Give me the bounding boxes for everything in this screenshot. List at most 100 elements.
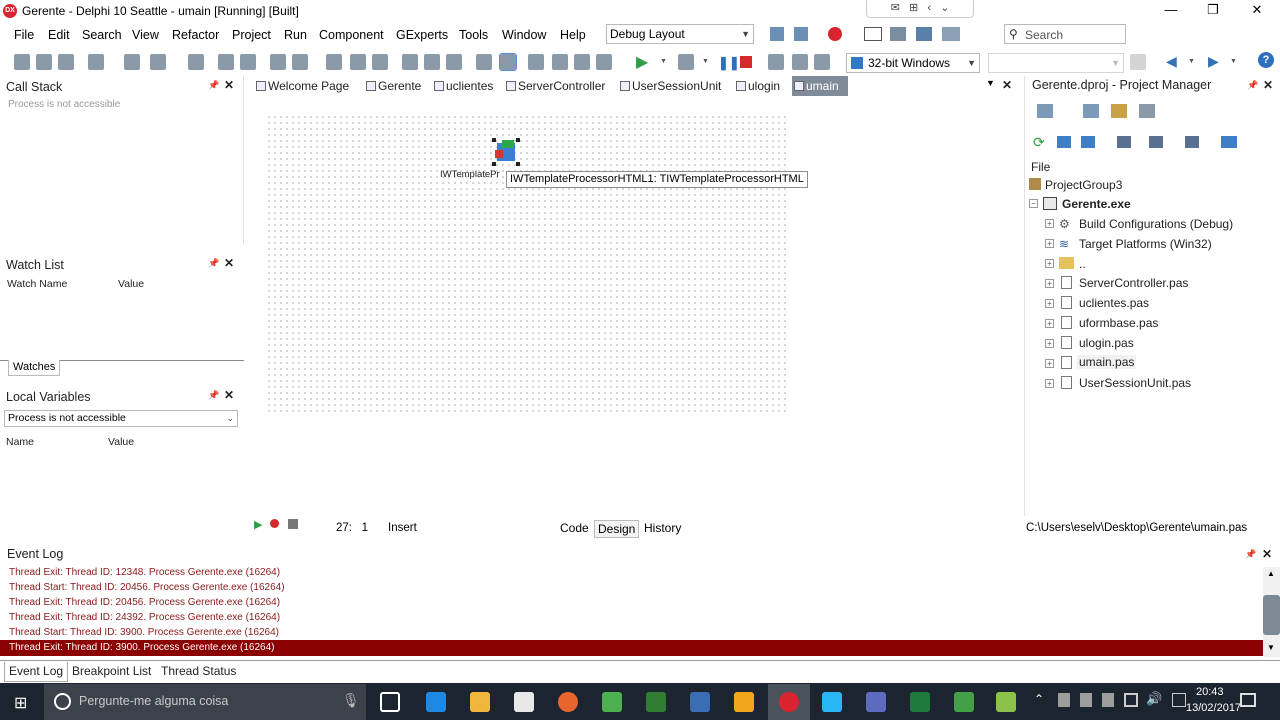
volume-icon[interactable]: 🔊 [1146,691,1162,707]
sort-icon[interactable] [1117,136,1131,148]
add-icon[interactable] [1083,104,1099,118]
tree-target-platforms[interactable]: Target Platforms (Win32) [1079,237,1212,251]
save-all-icon[interactable] [218,54,234,70]
store-icon[interactable] [514,692,534,712]
chevron-up-icon[interactable]: ⌃ [1034,692,1044,706]
menu-edit[interactable]: Edit [48,28,70,42]
local-name-header[interactable]: Name [6,436,34,448]
grid-icon[interactable] [476,54,492,70]
help-icon[interactable]: ? [1258,52,1274,68]
expand-icon[interactable]: + [1045,299,1054,308]
local-value-header[interactable]: Value [108,436,134,448]
tab-history[interactable]: History [640,520,685,538]
help-gear-icon[interactable] [916,27,932,41]
tab-uclientes[interactable]: uclientes [432,76,498,96]
save-icon[interactable] [188,54,204,70]
tab-servercontroller[interactable]: ServerController [504,76,614,96]
close-window-button[interactable]: ✕ [1234,0,1280,22]
menu-run[interactable]: Run [284,28,307,42]
taskbar-search-box[interactable]: Pergunte-me alguma coisa 🎙 [44,684,366,720]
window-list-icon[interactable]: ✉ [891,2,900,14]
back-arrow-icon[interactable]: ◀ [1166,53,1177,70]
forward-arrow-icon[interactable]: ▶ [1208,53,1219,70]
delphi-app-icon[interactable]: DX [3,4,17,18]
align-left-icon[interactable] [326,54,342,70]
close-icon[interactable]: ✕ [1002,78,1012,92]
stop-macro-icon[interactable] [288,519,298,529]
tab-event-log[interactable]: Event Log [4,662,69,682]
chevron-down-icon[interactable]: ▼ [986,78,995,88]
tab-order-icon[interactable] [574,54,590,70]
pin-icon[interactable]: 📌 [1247,80,1258,91]
layout-load-icon[interactable] [794,27,808,41]
config-combo[interactable]: ▼ [988,53,1124,73]
tab-thread-status[interactable]: Thread Status [157,662,240,682]
platform-combo[interactable]: 32-bit Windows ▼ [846,53,980,73]
restore-button[interactable]: ❐ [1190,0,1236,22]
open-folder-icon[interactable] [270,54,286,70]
list-item[interactable]: Thread Exit: Thread ID: 20456. Process G… [9,597,280,608]
tray-defender-icon[interactable] [1102,693,1114,707]
view-icon[interactable] [1139,104,1155,118]
align-middle-icon[interactable] [424,54,440,70]
chevron-left-icon[interactable]: ‹ [927,2,931,14]
list-item[interactable]: Thread Exit: Thread ID: 12348. Process G… [9,567,280,578]
taskbar-date[interactable]: 13/02/2017 [1186,702,1241,714]
microphone-icon[interactable]: 🎙 [342,692,360,709]
tree-uclientes[interactable]: uclientes.pas [1079,296,1149,310]
menu-help[interactable]: Help [560,28,586,42]
close-icon[interactable]: ✕ [1263,78,1273,92]
expand-icon[interactable]: + [1045,259,1054,268]
menu-gexperts[interactable]: GExperts [396,28,448,42]
app-network-icon[interactable] [954,692,974,712]
chevron-down-icon[interactable]: ▼ [1230,58,1237,65]
mail-icon[interactable] [864,27,882,41]
expand-icon[interactable]: + [1045,339,1054,348]
reopen-icon[interactable] [150,54,166,70]
expand-icon[interactable]: + [1045,239,1054,248]
skype-icon[interactable] [822,692,842,712]
dx-icon[interactable] [828,27,842,41]
edge-icon[interactable] [426,692,446,712]
local-variables-combo[interactable]: Process is not accessible ⌄ [4,410,238,427]
keyboard-icon[interactable] [1172,693,1186,707]
menu-tools[interactable]: Tools [459,28,488,42]
new-item-icon[interactable] [1037,104,1053,118]
trace-into-icon[interactable] [792,54,808,70]
expand-icon[interactable]: + [1045,279,1054,288]
config-manager-icon[interactable] [1130,54,1146,70]
open-icon[interactable] [36,54,52,70]
network-icon[interactable] [1124,693,1138,707]
scale-icon[interactable] [552,54,568,70]
remote-icon[interactable] [942,27,960,41]
step-over-icon[interactable] [768,54,784,70]
chat-icon[interactable] [734,692,754,712]
minimize-button[interactable]: — [1148,0,1194,22]
selected-log-row[interactable]: Thread Exit: Thread ID: 3900. Process Ge… [0,640,1263,656]
layout-save-icon[interactable] [770,27,784,41]
app-blue-icon[interactable] [690,692,710,712]
tab-design[interactable]: Design [594,520,640,538]
menu-file[interactable]: File [14,28,34,42]
layout-combo[interactable]: Debug Layout ▼ [606,24,754,44]
run-icon[interactable]: ▶ [636,52,648,72]
tree-ulogin[interactable]: ulogin.pas [1079,336,1134,350]
menu-search[interactable]: Search [82,28,122,42]
app-tool-icon[interactable] [866,692,886,712]
open-project-icon[interactable] [58,54,74,70]
align-right-icon[interactable] [372,54,388,70]
expand-icon[interactable]: + [1045,219,1054,228]
tree-parent-folder[interactable]: .. [1079,257,1086,271]
tree-uformbase[interactable]: uformbase.pas [1079,316,1158,330]
event-log-scrollbar[interactable]: ▲ ▼ [1263,567,1280,657]
action-center-icon[interactable] [1240,693,1256,707]
scroll-up-icon[interactable]: ▲ [1267,569,1275,578]
scroll-down-icon[interactable]: ▼ [1267,643,1275,652]
app-notepad-icon[interactable] [996,692,1016,712]
menu-project[interactable]: Project [232,28,271,42]
tab-welcome-page[interactable]: Welcome Page [254,76,358,96]
close-icon[interactable]: ✕ [1262,547,1272,561]
expand-icon[interactable]: + [1045,359,1054,368]
chevron-down-icon[interactable]: ⌄ [940,2,949,14]
collapse-icon[interactable]: − [1029,199,1038,208]
